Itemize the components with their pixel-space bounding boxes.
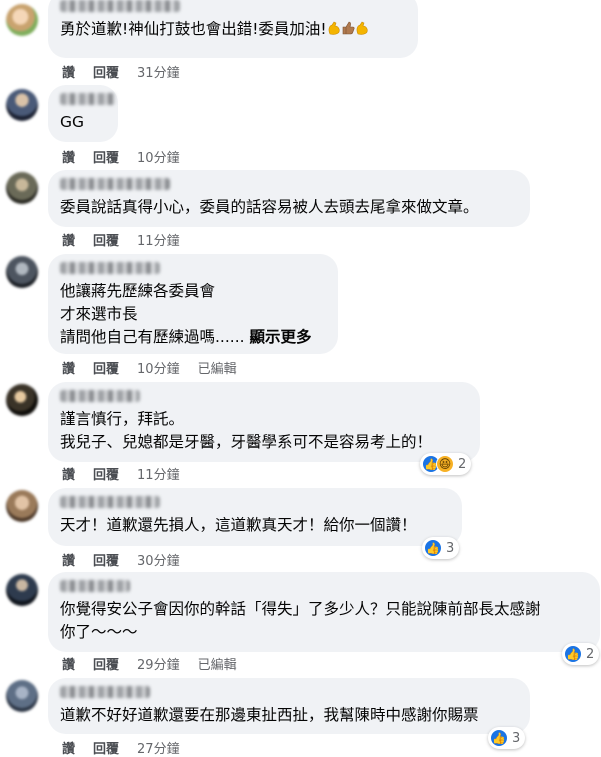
comment-text: GG	[60, 113, 85, 131]
comment-text: 你覺得安公子會因你的幹話「得失」了多少人？只能說陳前部長太感謝 你了～～～	[60, 600, 541, 641]
commenter-name[interactable]	[60, 390, 140, 402]
comment-actions: 讚 回覆 31分鐘	[62, 62, 198, 81]
like-link[interactable]: 讚	[62, 464, 75, 483]
reaction-count: 3	[446, 540, 455, 556]
like-link[interactable]: 讚	[62, 738, 75, 757]
comment-bubble: 你覺得安公子會因你的幹話「得失」了多少人？只能說陳前部長太感謝 你了～～～	[48, 572, 600, 652]
flexed-biceps-icon	[355, 20, 369, 36]
reaction-count: 3	[512, 730, 521, 746]
comment-actions: 讚 回覆 29分鐘 已編輯	[62, 654, 255, 673]
reply-link[interactable]: 回覆	[93, 738, 119, 757]
timestamp[interactable]: 11分鐘	[137, 464, 180, 483]
flexed-biceps-icon	[327, 20, 341, 36]
reaction-count: 2	[458, 456, 467, 472]
commenter-name[interactable]	[60, 580, 130, 592]
comment-text: 道歉不好好道歉還要在那邊東扯西扯，我幫陳時中感謝你賜票	[60, 706, 479, 724]
commenter-name[interactable]	[60, 0, 180, 12]
timestamp[interactable]: 31分鐘	[137, 62, 180, 81]
comment-actions: 讚 回覆 27分鐘	[62, 738, 198, 757]
like-link[interactable]: 讚	[62, 147, 75, 166]
haha-reaction-icon: 😆	[436, 455, 454, 473]
reaction-count: 2	[586, 646, 595, 662]
comment-bubble: 委員說話真得小心，委員的話容易被人去頭去尾拿來做文章。	[48, 170, 530, 227]
edited-label: 已編輯	[197, 658, 237, 673]
reply-link[interactable]: 回覆	[93, 62, 119, 81]
comment-actions: 讚 回覆 10分鐘	[62, 147, 198, 166]
like-link[interactable]: 讚	[62, 358, 75, 377]
avatar[interactable]	[6, 384, 38, 416]
reply-link[interactable]: 回覆	[93, 358, 119, 377]
avatar[interactable]	[6, 256, 38, 288]
avatar[interactable]	[6, 574, 38, 606]
commenter-name[interactable]	[60, 262, 160, 274]
reaction-summary[interactable]: 👍 3	[488, 727, 526, 749]
avatar[interactable]	[6, 89, 38, 121]
comment-actions: 讚 回覆 11分鐘	[62, 464, 198, 483]
reaction-summary[interactable]: 👍 3	[422, 537, 460, 559]
timestamp[interactable]: 10分鐘	[137, 358, 180, 377]
timestamp[interactable]: 29分鐘	[137, 654, 180, 673]
comment-bubble: 謹言慎行，拜託。 我兒子、兒媳都是牙醫，牙醫學系可不是容易考上的！	[48, 382, 480, 462]
reaction-summary[interactable]: 👍 2	[562, 643, 600, 665]
comment-actions: 讚 回覆 11分鐘	[62, 230, 198, 249]
comment-text: 他讓蔣先歷練各委員會 才來選市長 請問他自己有歷練過嗎...... 顯示更多	[60, 282, 312, 346]
like-link[interactable]: 讚	[62, 230, 75, 249]
commenter-name[interactable]	[60, 496, 160, 508]
like-reaction-icon: 👍	[424, 539, 442, 557]
edited-label: 已編輯	[197, 362, 237, 377]
comment-bubble: 勇於道歉!神仙打鼓也會出錯!委員加油!	[48, 0, 418, 58]
avatar[interactable]	[6, 4, 38, 36]
comment-text: 天才！道歉還先損人，這道歉真天才！給你一個讚！	[60, 516, 417, 534]
avatar[interactable]	[6, 490, 38, 522]
reply-link[interactable]: 回覆	[93, 654, 119, 673]
like-reaction-icon: 👍	[564, 645, 582, 663]
comment-text: 委員說話真得小心，委員的話容易被人去頭去尾拿來做文章。	[60, 198, 479, 216]
comment-bubble: 天才！道歉還先損人，這道歉真天才！給你一個讚！	[48, 488, 462, 546]
comment-text: 勇於道歉!神仙打鼓也會出錯!委員加油!	[60, 18, 406, 41]
commenter-name[interactable]	[60, 93, 116, 105]
timestamp[interactable]: 10分鐘	[137, 147, 180, 166]
like-link[interactable]: 讚	[62, 654, 75, 673]
comment-bubble: GG	[48, 85, 118, 142]
avatar[interactable]	[6, 172, 38, 204]
comment-actions: 讚 回覆 10分鐘 已編輯	[62, 358, 255, 377]
reply-link[interactable]: 回覆	[93, 464, 119, 483]
thumbs-up-icon	[341, 20, 355, 36]
comment-bubble: 他讓蔣先歷練各委員會 才來選市長 請問他自己有歷練過嗎...... 顯示更多	[48, 254, 338, 354]
timestamp[interactable]: 27分鐘	[137, 738, 180, 757]
comment-text: 謹言慎行，拜託。 我兒子、兒媳都是牙醫，牙醫學系可不是容易考上的！	[60, 410, 433, 451]
timestamp[interactable]: 30分鐘	[137, 550, 180, 569]
like-link[interactable]: 讚	[62, 550, 75, 569]
timestamp[interactable]: 11分鐘	[137, 230, 180, 249]
comment-bubble: 道歉不好好道歉還要在那邊東扯西扯，我幫陳時中感謝你賜票	[48, 678, 530, 734]
commenter-name[interactable]	[60, 178, 170, 190]
see-more-link[interactable]: 顯示更多	[250, 328, 312, 346]
reply-link[interactable]: 回覆	[93, 550, 119, 569]
reply-link[interactable]: 回覆	[93, 230, 119, 249]
commenter-name[interactable]	[60, 686, 150, 698]
like-link[interactable]: 讚	[62, 62, 75, 81]
reply-link[interactable]: 回覆	[93, 147, 119, 166]
avatar[interactable]	[6, 680, 38, 712]
reaction-summary[interactable]: 👍 😆 2	[420, 453, 472, 475]
comment-actions: 讚 回覆 30分鐘	[62, 550, 198, 569]
like-reaction-icon: 👍	[490, 729, 508, 747]
